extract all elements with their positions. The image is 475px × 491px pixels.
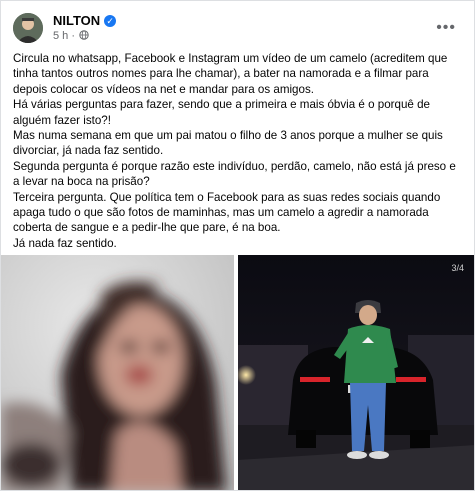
post-paragraph: Circula no whatsapp, Facebook e Instagra… [13, 52, 448, 96]
meta-separator: · [71, 30, 76, 42]
photo-man-car[interactable]: 3/4 [238, 255, 474, 490]
post-text: Circula no whatsapp, Facebook e Instagra… [13, 51, 465, 251]
post-header: NILTON ✓ 5 h · ••• [13, 11, 462, 47]
post-paragraph: Já nada faz sentido. [13, 236, 117, 250]
author-avatar[interactable] [13, 13, 43, 43]
facebook-post: NILTON ✓ 5 h · ••• Circula no whatsapp, F… [0, 0, 475, 491]
post-paragraph: Segunda pergunta é porque razão este ind… [13, 159, 456, 189]
avatar-image [13, 13, 43, 43]
post-paragraph: Mas numa semana em que um pai matou o fi… [13, 129, 443, 158]
photo-counter: 3/4 [451, 263, 464, 273]
author-name-row[interactable]: NILTON ✓ [53, 13, 117, 28]
verified-badge-icon: ✓ [104, 15, 117, 27]
photo-blurred-woman[interactable] [1, 255, 234, 490]
post-meta: 5 h · [53, 30, 89, 42]
photo-image-2 [238, 255, 474, 490]
more-options-icon[interactable]: ••• [436, 19, 456, 37]
post-time[interactable]: 5 h [53, 30, 68, 42]
author-name[interactable]: NILTON [53, 13, 100, 28]
post-paragraph: Terceira pergunta. Que política tem o Fa… [13, 190, 441, 235]
globe-icon[interactable] [79, 30, 89, 40]
post-media: 3/4 [1, 255, 474, 490]
post-paragraph: Há várias perguntas para fazer, sendo qu… [13, 98, 430, 127]
photo-image-1 [1, 255, 234, 490]
